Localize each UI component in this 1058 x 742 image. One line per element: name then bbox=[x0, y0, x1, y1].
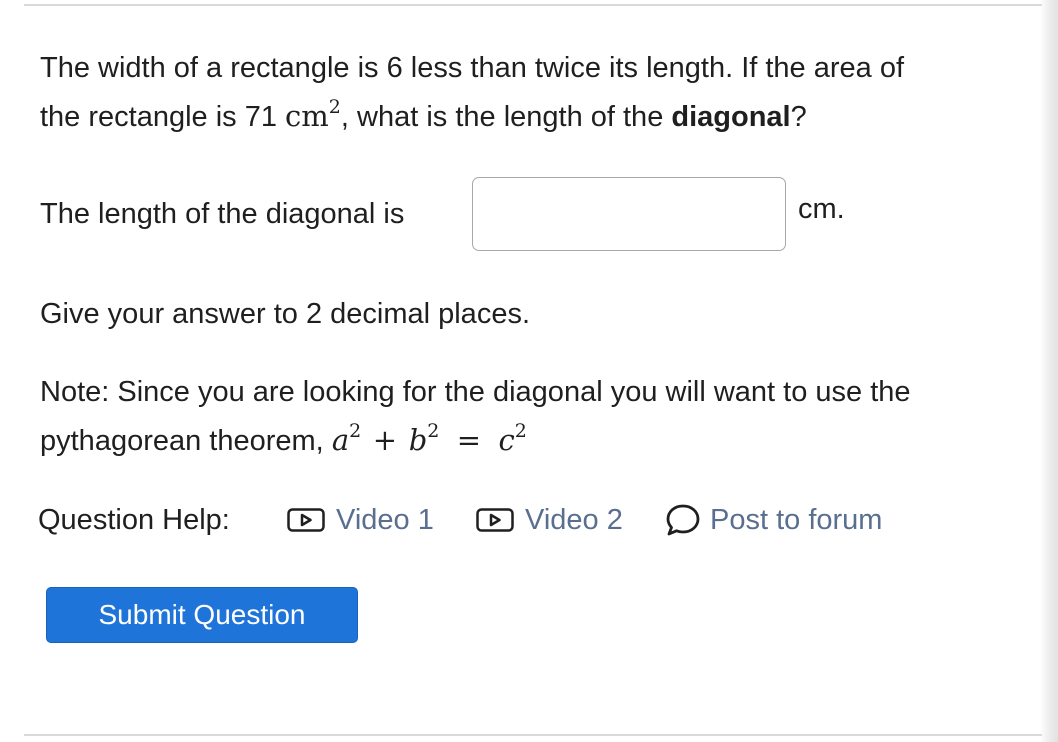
question-area-text: the rectangle is 71 bbox=[40, 101, 286, 133]
question-line-2: the rectangle is 71 cm2, what is the len… bbox=[40, 96, 807, 134]
note-line-1: Note: Since you are looking for the diag… bbox=[40, 376, 911, 408]
diagonal-emphasis: diagonal bbox=[671, 101, 791, 133]
answer-prompt: The length of the diagonal is bbox=[40, 198, 405, 230]
pythagorean-formula: a2 + b2 = c2 bbox=[331, 420, 527, 458]
question-middle-text: , what is the length of the bbox=[340, 101, 672, 133]
bottom-divider bbox=[24, 734, 1042, 736]
video-2-label: Video 2 bbox=[525, 503, 623, 536]
top-divider bbox=[24, 4, 1042, 6]
video-2-link[interactable]: Video 2 bbox=[476, 496, 623, 544]
question-line-1: The width of a rectangle is 6 less than … bbox=[40, 52, 905, 84]
post-to-forum-link[interactable]: Post to forum bbox=[664, 496, 882, 544]
pythagorean-label: pythagorean theorem, bbox=[40, 425, 332, 457]
rounding-instruction: Give your answer to 2 decimal places. bbox=[40, 298, 530, 330]
submit-question-button[interactable]: Submit Question bbox=[46, 587, 358, 643]
question-help-label: Question Help: bbox=[38, 504, 230, 536]
area-unit: cm2 bbox=[285, 96, 341, 134]
video-1-label: Video 1 bbox=[336, 503, 434, 536]
speech-bubble-icon bbox=[664, 502, 702, 538]
video-play-icon bbox=[287, 508, 325, 532]
answer-unit: cm. bbox=[798, 193, 845, 225]
page-edge-shadow bbox=[1040, 0, 1058, 742]
note-line-2: pythagorean theorem, a2 + b2 = c2 bbox=[40, 416, 527, 465]
video-1-link[interactable]: Video 1 bbox=[287, 496, 434, 544]
diagonal-answer-input[interactable] bbox=[472, 177, 786, 251]
post-to-forum-label: Post to forum bbox=[710, 503, 883, 536]
video-play-icon bbox=[476, 508, 514, 532]
